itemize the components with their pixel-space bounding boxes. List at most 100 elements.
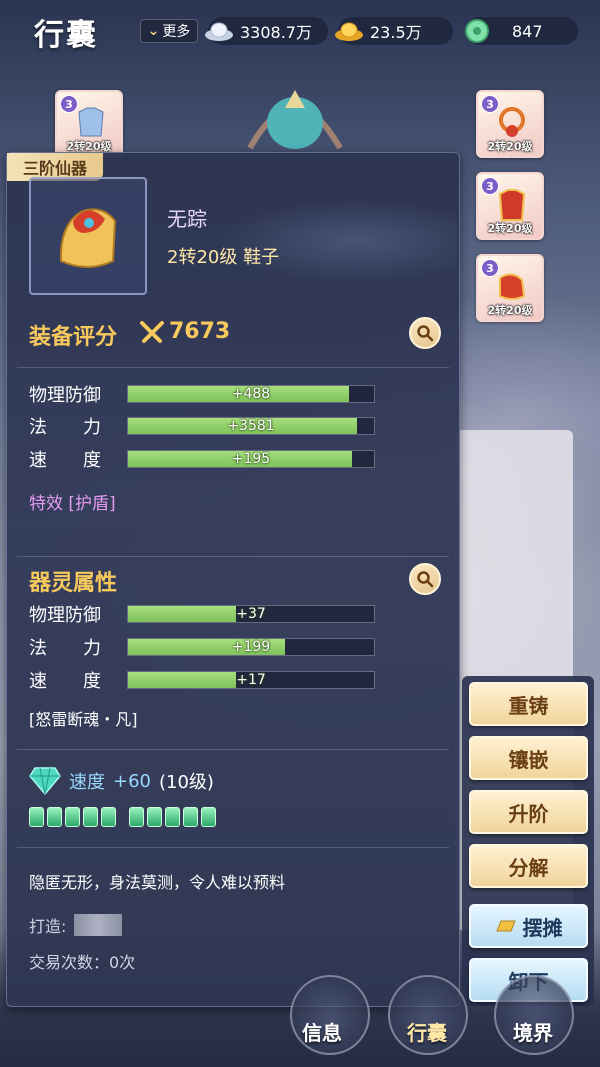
gem-line: 速度 +60 (10级) [29, 766, 214, 796]
stat-label: 速 度 [29, 671, 101, 692]
maker-name-redacted [74, 914, 123, 936]
stat-row: 法 力 +3581 [29, 414, 379, 438]
gem-stat: 速度 [69, 772, 105, 793]
trade-count: 交易次数：0次 [29, 953, 136, 972]
stall-button[interactable]: 摆摊 [469, 904, 588, 948]
equip-slot-right-3[interactable]: 3 2转20级 [476, 254, 544, 322]
item-icon-frame [29, 177, 147, 295]
nav-bag[interactable]: 行囊 [407, 1017, 447, 1046]
stat-label: 物理防御 [29, 605, 101, 626]
stat-row: 物理防御 +37 [29, 602, 379, 626]
character-figure [240, 78, 350, 158]
stat-row: 法 力 +199 [29, 635, 379, 659]
gem-slot [29, 807, 44, 827]
spirit-detail-button[interactable] [409, 563, 441, 595]
stat-bar: +195 [127, 450, 375, 468]
gem-slots [29, 807, 216, 827]
stat-label: 法 力 [29, 417, 101, 438]
gem-slot [129, 807, 144, 827]
gem-level: (10级) [159, 772, 214, 793]
armor-icon [78, 107, 104, 137]
boots-icon [60, 208, 117, 268]
special-effect: 特效 [护盾] [29, 494, 116, 514]
magnifier-icon [417, 325, 434, 342]
top-bar: 行囊 ⌄ 更多 3308.7万 23.5万 847 [0, 0, 600, 62]
stat-value: +199 [231, 639, 271, 655]
nav-realm[interactable]: 境界 [513, 1017, 553, 1046]
gem-slot [101, 807, 116, 827]
silver-currency[interactable]: 3308.7万 [205, 17, 328, 45]
item-name: 无踪 [167, 207, 207, 231]
stat-label: 物理防御 [29, 385, 101, 406]
gem-slot [165, 807, 180, 827]
equip-slot-left-top[interactable]: 3 2转20级 [55, 90, 123, 158]
slot-caption: 2转20级 [487, 140, 533, 153]
more-label: 更多 [162, 24, 191, 40]
silver-ingot-icon [204, 18, 234, 44]
silver-amount: 3308.7万 [240, 23, 312, 42]
page-title: 行囊 [34, 18, 98, 53]
panel-decoration [157, 161, 457, 311]
gem-slot [147, 807, 162, 827]
action-panel: 重铸 镶嵌 升阶 分解 摆摊 卸下 [462, 676, 594, 1006]
equip-slot-right-1[interactable]: 3 2转20级 [476, 90, 544, 158]
gem-slot [201, 807, 216, 827]
maker-line: 打造: [29, 913, 123, 937]
gem-value: +60 [113, 770, 151, 792]
slot-caption: 2转20级 [487, 222, 533, 235]
stat-label: 速 度 [29, 450, 101, 471]
slot-caption: 2转20级 [487, 304, 533, 317]
equip-score: 7673 [139, 319, 230, 344]
spirit-title: 器灵属性 [29, 571, 118, 596]
nav-info[interactable]: 信息 [302, 1017, 342, 1046]
upgrade-button[interactable]: 升阶 [469, 790, 588, 834]
gem-slot [65, 807, 80, 827]
crossed-swords-icon [140, 320, 164, 343]
stat-row: 速 度 +195 [29, 447, 379, 471]
divider [17, 556, 449, 557]
divider [17, 847, 449, 848]
stat-label: 法 力 [29, 638, 101, 659]
gem-slot [83, 807, 98, 827]
stat-row: 物理防御 +488 [29, 382, 379, 406]
divider [17, 749, 449, 750]
inlay-button[interactable]: 镶嵌 [469, 736, 588, 780]
gem-slot [183, 807, 198, 827]
spirit-name: [怒雷断魂・凡] [29, 710, 138, 729]
equip-slot-right-2[interactable]: 3 2转20级 [476, 172, 544, 240]
necklace-icon [499, 107, 525, 137]
equip-score-value: 7673 [169, 319, 231, 344]
stat-row: 速 度 +17 [29, 668, 379, 692]
gold-currency[interactable]: 23.5万 [335, 17, 453, 45]
stat-bar: +17 [127, 671, 375, 689]
stat-bar: +199 [127, 638, 375, 656]
magnifier-icon [417, 571, 434, 588]
decompose-button[interactable]: 分解 [469, 844, 588, 888]
stat-value: +3581 [227, 418, 275, 434]
item-subtitle: 2转20级 鞋子 [167, 247, 280, 268]
more-button[interactable]: ⌄ 更多 [140, 19, 198, 43]
gold-ingot-icon [334, 18, 364, 44]
stat-bar: +488 [127, 385, 375, 403]
item-detail-panel: 三阶仙器 无踪 2转20级 鞋子 装备评分 7673 物理防御 +488 法 力… [6, 152, 460, 1007]
stat-value: +195 [231, 451, 271, 467]
chevron-down-icon: ⌄ [147, 23, 160, 39]
stall-label: 摆摊 [522, 915, 563, 940]
stat-bar: +37 [127, 605, 375, 623]
score-detail-button[interactable] [409, 317, 441, 349]
recast-button[interactable]: 重铸 [469, 682, 588, 726]
stat-value: +37 [236, 606, 266, 622]
diamond-gem-icon [29, 767, 61, 796]
stat-value: +17 [236, 672, 266, 688]
gem-slot [47, 807, 62, 827]
jade-currency[interactable]: 847 [465, 17, 578, 45]
stat-value: +488 [231, 386, 271, 402]
item-description: 隐匿无形，身法莫测，令人难以预料 [29, 873, 286, 892]
equip-score-title: 装备评分 [29, 325, 118, 350]
boots-icon [499, 273, 526, 300]
gold-bar-icon [495, 920, 516, 932]
gold-amount: 23.5万 [370, 23, 422, 42]
robe-icon [498, 189, 526, 221]
jade-amount: 847 [512, 21, 543, 41]
maker-label: 打造: [29, 917, 67, 936]
